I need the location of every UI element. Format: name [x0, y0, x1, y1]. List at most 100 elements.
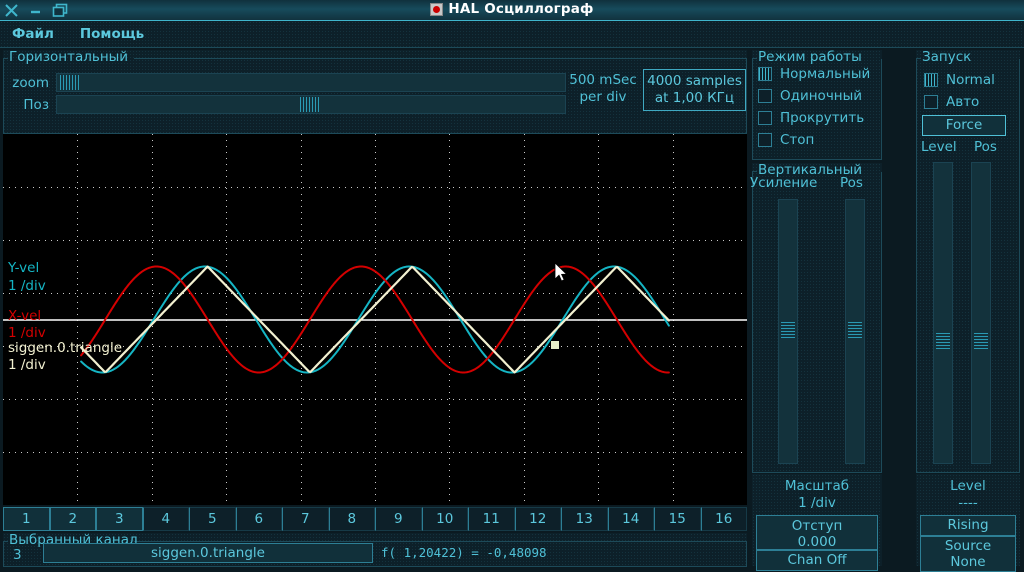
gain-slider[interactable]: [778, 199, 798, 464]
run-mode-stop[interactable]: Стоп: [752, 129, 882, 151]
horizontal-group: Горизонтальный zoom Поз 500 mSec per div…: [3, 49, 747, 180]
force-trigger-button[interactable]: Force: [922, 115, 1006, 136]
vertical-group: Вертикальный Усиление Pos: [750, 162, 882, 473]
trigger-mode-normal[interactable]: Normal: [922, 69, 1024, 91]
channel-button-16[interactable]: 16: [700, 507, 747, 531]
run-mode-single[interactable]: Одиночный: [752, 85, 882, 107]
channel-button-6[interactable]: 6: [235, 507, 282, 531]
position-slider[interactable]: [56, 95, 566, 114]
checkbox-icon[interactable]: [924, 95, 938, 109]
selected-channel-number: 3: [13, 547, 22, 563]
vertical-pos-label: Pos: [840, 175, 863, 191]
selected-channel-group: Выбранный канал 3 siggen.0.triangle f( 1…: [3, 532, 747, 567]
sample-rate-button[interactable]: 4000 samples at 1,00 КГц: [643, 69, 746, 111]
chan-off-button[interactable]: Chan Off: [756, 550, 878, 571]
channel-button-9[interactable]: 9: [375, 507, 422, 531]
selected-channel-name-button[interactable]: siggen.0.triangle: [43, 543, 373, 563]
zoom-slider-thumb[interactable]: [60, 75, 80, 90]
run-mode-single-label: Одиночный: [780, 88, 863, 104]
run-mode-roll-label: Прокрутить: [780, 110, 865, 126]
trace-scale-y-vel: 1 /div: [8, 278, 46, 294]
channel-button-15[interactable]: 15: [654, 507, 701, 531]
trigger-level-slider-thumb[interactable]: [936, 333, 950, 351]
channel-button-12[interactable]: 12: [514, 507, 561, 531]
run-mode-normal[interactable]: Нормальный: [752, 63, 882, 85]
trigger-mode-auto-label: Авто: [946, 94, 980, 110]
trigger-level-title: Level: [950, 478, 986, 494]
channel-button-14[interactable]: 14: [607, 507, 654, 531]
channel-button-row: 1 2 3 4 5 6 7 8 9 10 11 12 13 14 15 16: [3, 507, 747, 531]
trigger-level-slider[interactable]: [933, 162, 953, 464]
checkbox-icon[interactable]: [758, 133, 772, 147]
channel-button-3[interactable]: 3: [96, 507, 143, 531]
channel-button-1[interactable]: 1: [3, 507, 50, 531]
checkbox-icon[interactable]: [758, 89, 772, 103]
timebase-unit: per div: [579, 89, 627, 105]
gain-slider-thumb[interactable]: [781, 322, 795, 340]
zoom-label: zoom: [12, 74, 49, 91]
timebase-value: 500 mSec: [569, 72, 637, 88]
trigger-source-value: None: [950, 554, 986, 570]
trigger-source-button[interactable]: Source None: [920, 536, 1016, 572]
checkbox-icon[interactable]: [758, 67, 772, 81]
checkbox-icon[interactable]: [758, 111, 772, 125]
zoom-slider-row: zoom: [3, 73, 566, 92]
offset-value: 0.000: [797, 534, 837, 550]
sample-count: 4000 samples: [647, 73, 742, 89]
timebase-readout: 500 mSec per div: [565, 72, 641, 106]
channel-button-4[interactable]: 4: [142, 507, 189, 531]
trace-marker[interactable]: [551, 340, 559, 349]
position-label: Поз: [23, 96, 49, 113]
run-mode-normal-label: Нормальный: [780, 66, 871, 82]
trigger-pos-slider-thumb[interactable]: [974, 333, 988, 351]
vertical-pos-slider-thumb[interactable]: [848, 322, 862, 340]
channel-button-5[interactable]: 5: [189, 507, 236, 531]
run-mode-stop-label: Стоп: [780, 132, 815, 148]
channel-button-11[interactable]: 11: [468, 507, 515, 531]
scope-screen[interactable]: Y-vel 1 /div X-vel 1 /div siggen.0.trian…: [3, 134, 747, 505]
channel-button-2[interactable]: 2: [49, 507, 96, 531]
trigger-mode-normal-label: Normal: [946, 72, 995, 88]
trace-scale-x-vel: 1 /div: [8, 325, 46, 341]
vertical-pos-slider[interactable]: [845, 199, 865, 464]
channel-readout: f( 1,20422) = -0,48098: [381, 545, 547, 560]
trigger-pos-label: Pos: [974, 139, 997, 155]
trigger-level-label: Level: [921, 139, 957, 155]
gain-label: Усиление: [750, 175, 818, 191]
trigger-group: Запуск Normal Авто Force Level Pos: [916, 49, 1020, 473]
trace-label-triangle: siggen.0.triangle: [8, 340, 123, 356]
checkbox-icon[interactable]: [924, 73, 938, 87]
position-slider-row: Поз: [3, 95, 566, 114]
menu-file[interactable]: Файл: [10, 24, 56, 44]
offset-button[interactable]: Отступ 0.000: [756, 515, 878, 550]
menu-help[interactable]: Помощь: [78, 24, 146, 44]
channel-button-8[interactable]: 8: [328, 507, 375, 531]
horizontal-group-legend: Горизонтальный: [9, 49, 129, 65]
scale-value: 1 /div: [798, 495, 836, 511]
channel-button-7[interactable]: 7: [282, 507, 329, 531]
channel-scale-panel: Масштаб 1 /div Отступ 0.000 Chan Off: [752, 474, 882, 571]
trace-label-x-vel: X-vel: [8, 308, 42, 324]
sample-rate: at 1,00 КГц: [654, 90, 735, 106]
window-title: HAL Осциллограф: [448, 1, 594, 17]
position-slider-thumb[interactable]: [300, 97, 320, 112]
trigger-pos-slider[interactable]: [971, 162, 991, 464]
trace-label-y-vel: Y-vel: [8, 260, 40, 276]
zoom-slider[interactable]: [56, 73, 566, 92]
trigger-group-legend: Запуск: [922, 49, 972, 65]
trigger-footer-panel: Level ---- Rising Source None: [916, 474, 1020, 572]
channel-button-13[interactable]: 13: [561, 507, 608, 531]
run-mode-roll[interactable]: Прокрутить: [752, 107, 882, 129]
scope-grid: [3, 134, 747, 505]
app-icon: [430, 2, 444, 16]
menu-bar: Файл Помощь: [0, 21, 1024, 48]
trigger-source-label: Source: [944, 538, 992, 554]
title-bar: HAL Осциллограф: [0, 0, 1024, 21]
channel-button-10[interactable]: 10: [421, 507, 468, 531]
offset-label: Отступ: [791, 518, 843, 534]
scale-title: Масштаб: [784, 478, 850, 494]
run-mode-group: Режим работы Нормальный Одиночный Прокру…: [752, 49, 882, 160]
trace-scale-triangle: 1 /div: [8, 357, 46, 373]
trigger-edge-button[interactable]: Rising: [920, 515, 1016, 536]
trigger-mode-auto[interactable]: Авто: [922, 91, 1024, 113]
